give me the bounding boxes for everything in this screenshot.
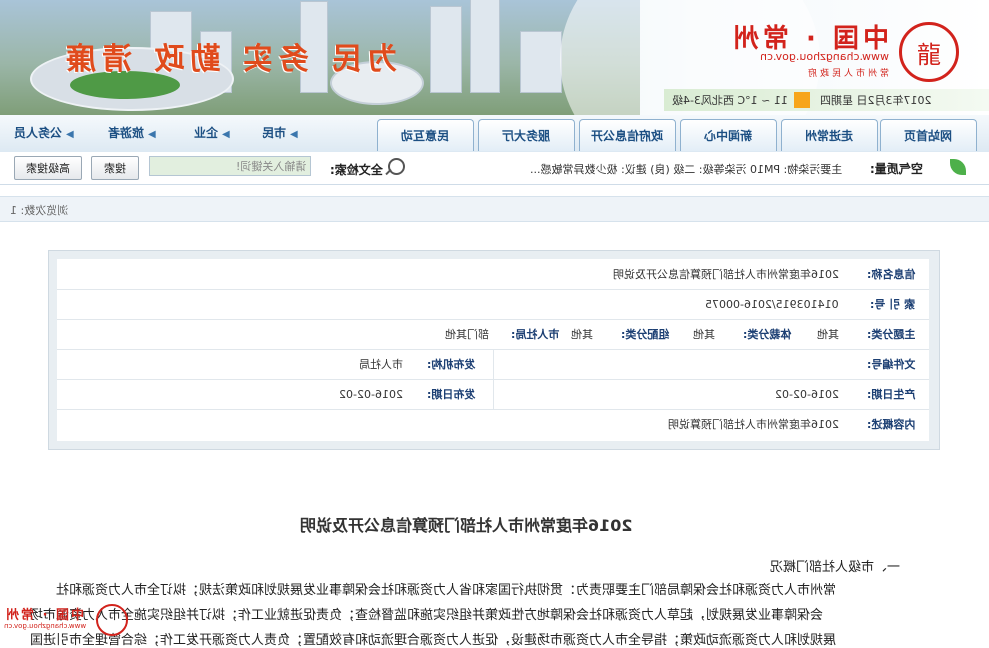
info-label: 信息名称:: [866, 268, 915, 281]
tab-home[interactable]: 网站首页: [880, 119, 977, 151]
column-divider: [493, 379, 494, 409]
table-row: 主题分类: 其他 体裁分类: 其他 组配分类: 其他 市人社局: 部门其他: [57, 319, 929, 350]
table-row: 信息名称: 2016年度常州市人社部门预算信息公开及说明: [57, 259, 929, 290]
chevron-icon: ◀: [148, 129, 156, 140]
nav-role-citizen[interactable]: 市民 ◀: [262, 124, 298, 141]
fulltext-search-label: 全文检索:: [330, 163, 383, 177]
search-icon: [388, 158, 405, 175]
city-seal-icon[interactable]: 龍: [899, 22, 959, 82]
info-value: 部门其他: [445, 328, 489, 341]
weather-text: 11 ~ 1°C 西北风3-4级: [672, 94, 788, 107]
article-section-heading: 一、市级人社部门概况: [770, 560, 901, 575]
search-input[interactable]: 请输入关键词!: [149, 156, 311, 176]
article-paragraph-line: 展规划和人力资源流动政策；指导全市人力资源市场建设，促进人力资源合理流动和有效配…: [30, 633, 837, 648]
view-counter-bar: 浏览次数: 1: [0, 196, 989, 222]
tab-label: 民意互动: [401, 129, 450, 143]
info-label: 产生日期:: [866, 388, 915, 401]
info-value: 其他: [693, 328, 715, 341]
article-title: 2016年度常州市人社部门预算信息公开及说明: [300, 516, 633, 535]
date-weather-bar: 11 ~ 1°C 西北风3-4级 2017年3月2日 星期四: [664, 89, 989, 111]
tab-label: 走进常州: [805, 129, 854, 143]
info-value: 2016年度常州市人社部门预算说明: [668, 418, 839, 431]
chevron-icon: ◀: [66, 129, 74, 140]
search-placeholder: 请输入关键词!: [235, 160, 306, 173]
nav-role-label: 企业: [194, 126, 219, 140]
info-label: 发布日期:: [426, 388, 475, 401]
search-button[interactable]: 搜索: [91, 156, 139, 180]
info-value: 其他: [817, 328, 839, 341]
nav-role-enterprise[interactable]: 企业 ◀: [194, 124, 230, 141]
tab-news[interactable]: 新闻中心: [680, 119, 777, 151]
info-label: 体裁分类:: [742, 328, 791, 341]
tab-about-changzhou[interactable]: 走进常州: [781, 119, 878, 151]
header-banner: 为民 务实 勤政 清廉 中国 · 常州 www.changzhou.gov.cn…: [0, 0, 989, 115]
tab-label: 政府信息公开: [591, 129, 664, 143]
info-label: 组配分类:: [620, 328, 669, 341]
info-label: 主题分类:: [866, 328, 915, 341]
view-counter: 浏览次数: 1: [10, 204, 69, 217]
button-label: 高级搜索: [26, 162, 70, 175]
table-row: 产生日期: 2016-02-02 发布日期: 2016-02-02: [57, 379, 929, 410]
nav-role-label: 旅游者: [108, 126, 145, 140]
nav-role-label: 公务人员: [14, 126, 63, 140]
info-value: 014103915/2016-00075: [705, 297, 839, 311]
info-label: 市人社局:: [510, 328, 559, 341]
nav-role-tourist[interactable]: 旅游者 ◀: [108, 124, 156, 141]
info-metadata-box: 信息名称: 2016年度常州市人社部门预算信息公开及说明 索 引 号: 0141…: [48, 250, 940, 450]
main-navigation: 公务人员 ◀ 旅游者 ◀ 企业 ◀ 市民 ◀ 网站首页 走进常州 新闻中心 政府信息公开…: [0, 115, 989, 153]
chevron-icon: ◀: [290, 129, 298, 140]
info-metadata-table: 信息名称: 2016年度常州市人社部门预算信息公开及说明 索 引 号: 0141…: [57, 259, 929, 441]
sun-icon: [793, 92, 810, 108]
building-graphic: [520, 31, 562, 93]
info-label: 索 引 号:: [869, 298, 915, 311]
slogan-text: 为民 务实 勤政 清廉: [60, 42, 398, 77]
date-text: 2017年3月2日 星期四: [819, 94, 932, 107]
table-row: 内容概述: 2016年度常州市人社部门预算说明: [57, 409, 929, 439]
nav-role-label: 市民: [262, 126, 287, 140]
air-quality-label: 空气质量:: [870, 162, 923, 176]
tab-label: 服务大厅: [502, 129, 551, 143]
info-label: 文件编号:: [866, 358, 915, 371]
info-label: 内容概述:: [866, 418, 915, 431]
table-row: 索 引 号: 014103915/2016-00075: [57, 289, 929, 320]
watermark-url: www.changzhou.gov.cn: [4, 622, 87, 630]
nav-role-civil-servant[interactable]: 公务人员 ◀: [14, 124, 74, 141]
advanced-search-button[interactable]: 高级搜索: [14, 156, 82, 180]
site-logo-url: www.changzhou.gov.cn: [759, 50, 889, 63]
info-value: 其他: [571, 328, 593, 341]
button-label: 搜索: [104, 162, 126, 175]
tab-gov-info[interactable]: 政府信息公开: [579, 119, 676, 151]
watermark-title: 中国 · 常州: [4, 608, 84, 623]
footer-watermark-logo: 中国 · 常州 www.changzhou.gov.cn: [4, 600, 128, 640]
building-graphic: [470, 0, 500, 93]
air-quality-text: 主要污染物: PM10 污染等级: 二级 (良) 建议: 极少数异常敏感...: [530, 163, 843, 176]
info-label: 发布机构:: [426, 358, 475, 371]
building-graphic: [430, 6, 462, 93]
site-logo-subtitle: 常州市人民政府: [804, 69, 889, 79]
tab-label: 网站首页: [904, 129, 953, 143]
tab-public-opinion[interactable]: 民意互动: [377, 119, 474, 151]
search-strip: 高级搜索 搜索 请输入关键词! 全文检索: 主要污染物: PM10 污染等级: …: [0, 152, 989, 185]
tab-service-hall[interactable]: 服务大厅: [478, 119, 575, 151]
info-value: 2016-02-02: [775, 387, 839, 401]
info-value: 2016-02-02: [339, 387, 403, 401]
column-divider: [493, 349, 494, 379]
table-row: 文件编号: 发布机构: 市人社局: [57, 349, 929, 380]
leaf-icon: [950, 159, 966, 175]
info-value: 2016年度常州市人社部门预算信息公开及说明: [613, 268, 839, 281]
watermark-seal-icon: [96, 604, 128, 636]
article-paragraph-line: 常州市人力资源和社会保障局部门主要职责为：贯彻执行国家和省人力资源和社会保障事业…: [56, 583, 837, 598]
info-value: 市人社局: [359, 358, 403, 371]
article-paragraph-line: 会保障事业发展规划，起草人力资源和社会保障地方性政策并组织实施和监督检查；负责促…: [30, 608, 824, 623]
tab-label: 新闻中心: [704, 129, 753, 143]
chevron-icon: ◀: [222, 129, 230, 140]
